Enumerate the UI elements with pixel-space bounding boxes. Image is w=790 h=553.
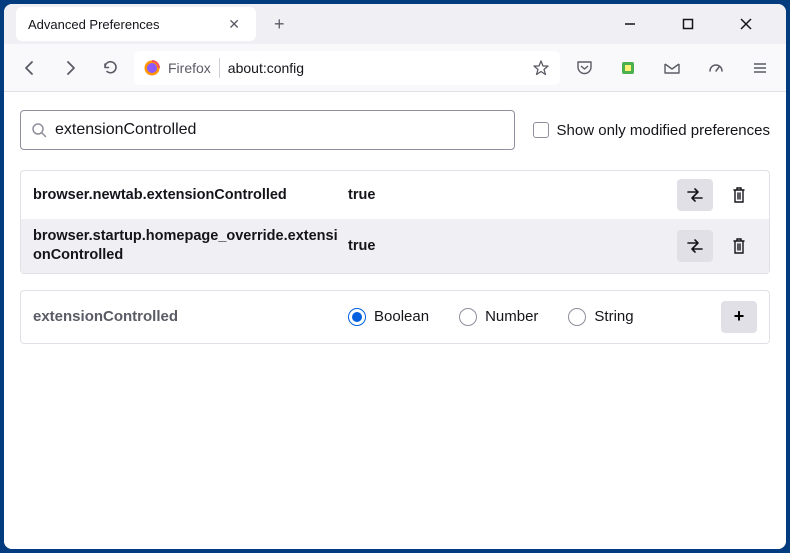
- navigation-toolbar: Firefox about:config: [4, 44, 786, 92]
- toolbar-right-icons: [568, 52, 776, 84]
- preferences-table: browser.newtab.extensionControlled true …: [20, 170, 770, 274]
- radio-icon: [459, 308, 477, 326]
- radio-label: Number: [485, 308, 538, 325]
- dashboard-icon[interactable]: [700, 52, 732, 84]
- bookmark-star-icon[interactable]: [532, 59, 550, 77]
- titlebar: Advanced Preferences ✕ +: [4, 4, 786, 44]
- minimize-button[interactable]: [610, 9, 650, 39]
- address-bar[interactable]: Firefox about:config: [134, 51, 560, 85]
- content-area: Show only modified preferences browser.n…: [4, 92, 786, 549]
- toggle-button[interactable]: [677, 179, 713, 211]
- new-tab-button[interactable]: +: [264, 8, 295, 41]
- window-controls: [610, 9, 778, 39]
- table-row: browser.startup.homepage_override.extens…: [21, 219, 769, 273]
- radio-icon: [568, 308, 586, 326]
- pref-actions: [677, 230, 757, 262]
- pref-name: browser.startup.homepage_override.extens…: [33, 227, 338, 265]
- add-button[interactable]: +: [721, 301, 757, 333]
- search-input[interactable]: [55, 121, 504, 139]
- radio-label: String: [594, 308, 633, 325]
- extension-icon[interactable]: [612, 52, 644, 84]
- checkbox-icon: [533, 122, 549, 138]
- tab-title: Advanced Preferences: [28, 17, 160, 32]
- radio-number[interactable]: Number: [459, 308, 538, 326]
- radio-string[interactable]: String: [568, 308, 633, 326]
- delete-button[interactable]: [721, 179, 757, 211]
- search-box[interactable]: [20, 110, 515, 150]
- pref-name: browser.newtab.extensionControlled: [33, 186, 338, 205]
- maximize-button[interactable]: [668, 9, 708, 39]
- type-radio-group: Boolean Number String: [348, 308, 711, 326]
- pref-actions: [677, 179, 757, 211]
- close-tab-icon[interactable]: ✕: [224, 12, 244, 37]
- active-tab[interactable]: Advanced Preferences ✕: [16, 7, 256, 41]
- pref-value: true: [348, 238, 667, 254]
- separator: [219, 58, 220, 78]
- radio-icon: [348, 308, 366, 326]
- forward-button[interactable]: [54, 52, 86, 84]
- radio-boolean[interactable]: Boolean: [348, 308, 429, 326]
- browser-window: Advanced Preferences ✕ + Firef: [4, 4, 786, 549]
- radio-label: Boolean: [374, 308, 429, 325]
- url-text: about:config: [228, 60, 524, 76]
- checkbox-label: Show only modified preferences: [557, 122, 770, 139]
- back-button[interactable]: [14, 52, 46, 84]
- toggle-button[interactable]: [677, 230, 713, 262]
- pocket-icon[interactable]: [568, 52, 600, 84]
- mail-icon[interactable]: [656, 52, 688, 84]
- table-row: browser.newtab.extensionControlled true: [21, 171, 769, 219]
- search-row: Show only modified preferences: [20, 110, 770, 150]
- search-icon: [31, 122, 47, 138]
- new-preference-row: extensionControlled Boolean Number Strin…: [20, 290, 770, 344]
- close-window-button[interactable]: [726, 9, 766, 39]
- firefox-label: Firefox: [168, 60, 211, 76]
- pref-value: true: [348, 187, 667, 203]
- show-modified-checkbox[interactable]: Show only modified preferences: [533, 122, 770, 139]
- menu-button[interactable]: [744, 52, 776, 84]
- reload-button[interactable]: [94, 52, 126, 84]
- delete-button[interactable]: [721, 230, 757, 262]
- new-pref-name: extensionControlled: [33, 308, 338, 325]
- firefox-icon: [144, 60, 160, 76]
